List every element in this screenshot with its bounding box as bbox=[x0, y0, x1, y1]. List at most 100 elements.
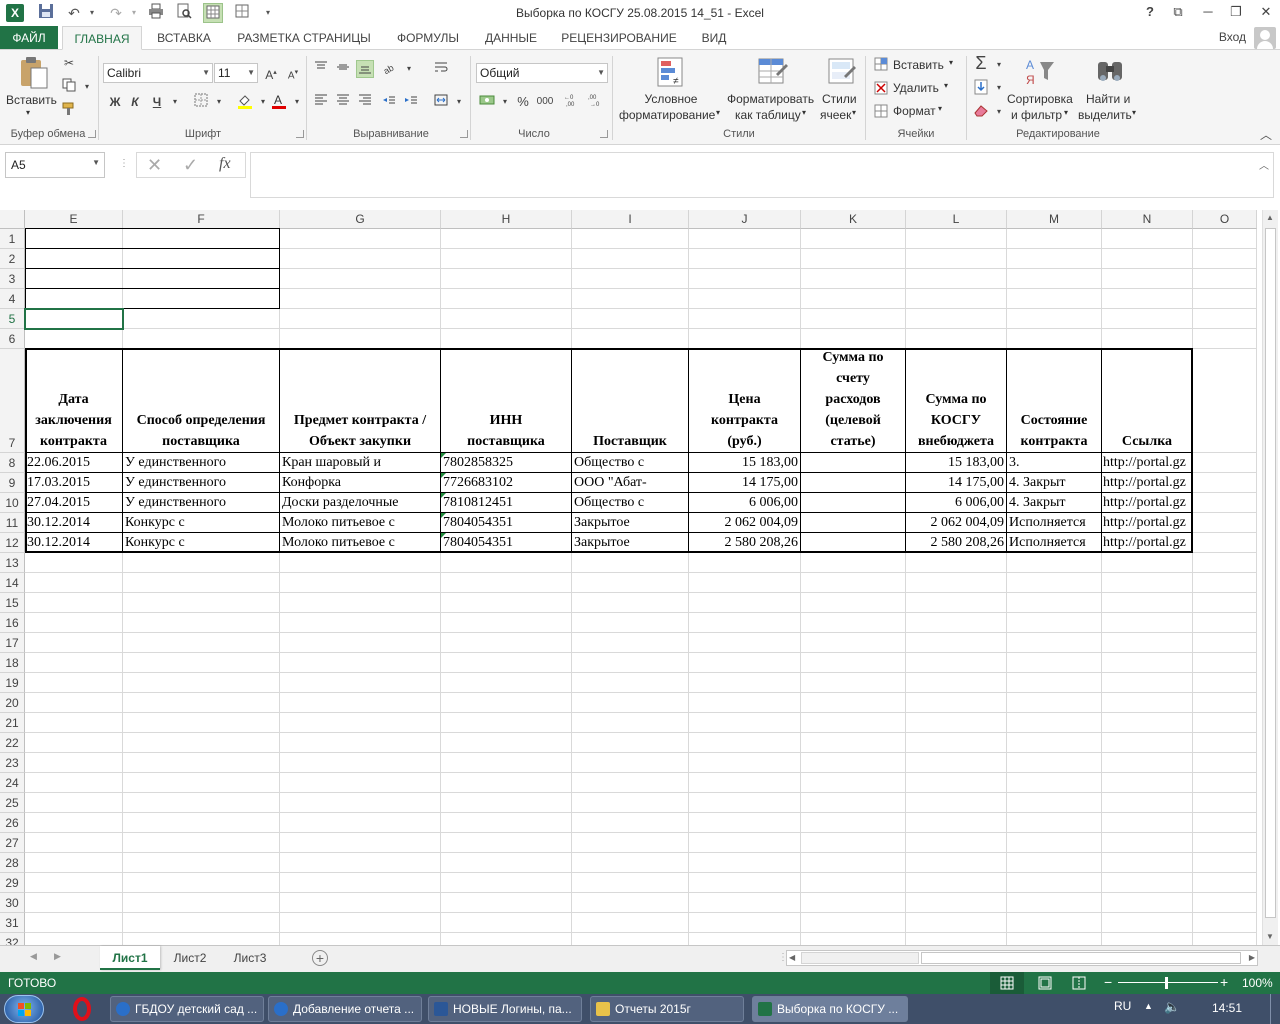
column-header[interactable]: H bbox=[441, 210, 572, 229]
zoom-slider[interactable] bbox=[1118, 982, 1218, 983]
row-header[interactable]: 27 bbox=[0, 833, 25, 853]
decrease-decimal-icon[interactable]: ,00 →0 bbox=[588, 93, 606, 111]
copy-dropdown-icon[interactable]: ▾ bbox=[78, 78, 96, 96]
prev-sheet-icon[interactable]: ◀ bbox=[30, 951, 37, 962]
format-cells-icon[interactable] bbox=[872, 103, 890, 121]
table-cell[interactable]: 7726683102 bbox=[441, 473, 571, 492]
undo-icon[interactable]: ↶ bbox=[64, 3, 84, 23]
table-cell[interactable]: http://portal.gz bbox=[1102, 533, 1192, 552]
table-cell[interactable]: 15 183,00 bbox=[906, 453, 1006, 472]
tab-view[interactable]: ВИД bbox=[692, 26, 736, 50]
table-cell[interactable] bbox=[801, 473, 905, 492]
orientation-dropdown-icon[interactable]: ▾ bbox=[400, 60, 418, 78]
row-header[interactable]: 14 bbox=[0, 573, 25, 593]
format-as-table-icon[interactable] bbox=[756, 56, 788, 88]
redo-icon[interactable]: ↷ bbox=[106, 3, 126, 23]
underline-dropdown-icon[interactable]: ▾ bbox=[166, 93, 184, 111]
insert-function-button[interactable]: fx bbox=[219, 155, 231, 173]
column-header[interactable]: E bbox=[25, 210, 123, 229]
row-header[interactable]: 19 bbox=[0, 673, 25, 693]
fill-color-icon[interactable] bbox=[236, 93, 254, 111]
close-button[interactable]: ✕ bbox=[1252, 2, 1280, 22]
table-cell[interactable]: 7804054351 bbox=[441, 533, 571, 552]
font-color-icon[interactable]: A bbox=[270, 93, 288, 111]
format-table-dropdown-icon[interactable]: ▾ bbox=[802, 108, 806, 117]
row-header[interactable]: 2 bbox=[0, 249, 25, 269]
language-indicator[interactable]: RU bbox=[1114, 999, 1131, 1013]
cancel-entry-icon[interactable]: ✕ bbox=[147, 155, 162, 176]
find-select-line2[interactable]: выделить bbox=[1078, 108, 1132, 122]
table-cell[interactable]: Исполняется bbox=[1007, 513, 1101, 532]
show-desktop-button[interactable] bbox=[1270, 994, 1280, 1024]
decrease-font-icon[interactable]: A▾ bbox=[284, 64, 302, 82]
column-header[interactable]: J bbox=[689, 210, 801, 229]
tab-data[interactable]: ДАННЫЕ bbox=[476, 26, 546, 50]
expand-formula-icon[interactable]: ︿ bbox=[1259, 157, 1269, 172]
currency-dropdown-icon[interactable]: ▾ bbox=[496, 93, 514, 111]
sort-filter-dropdown-icon[interactable]: ▾ bbox=[1064, 108, 1068, 117]
delete-dropdown-icon[interactable]: ▾ bbox=[944, 81, 948, 90]
table-cell[interactable]: 14 175,00 bbox=[906, 473, 1006, 492]
collapse-ribbon-icon[interactable]: ︿ bbox=[1260, 126, 1272, 143]
print-icon[interactable] bbox=[146, 3, 166, 23]
conditional-formatting-line1[interactable]: Условное bbox=[630, 92, 712, 106]
page-layout-view-button[interactable] bbox=[1030, 972, 1060, 994]
worksheet-grid[interactable]: E F G H I J K L M N O 1 2 3 4 5 6 7 8 9 … bbox=[0, 210, 1280, 945]
page-break-view-button[interactable] bbox=[1064, 972, 1094, 994]
table-cell[interactable]: Закрытое bbox=[572, 533, 688, 552]
table-cell[interactable] bbox=[801, 533, 905, 552]
table-cell[interactable]: 4. Закрыт bbox=[1007, 473, 1101, 492]
name-box[interactable]: A5 ▼ bbox=[5, 152, 105, 178]
table-cell[interactable]: Конкурс с bbox=[123, 513, 279, 532]
select-all-corner[interactable] bbox=[0, 210, 25, 229]
row-header[interactable]: 30 bbox=[0, 893, 25, 913]
sheet-tab-3[interactable]: Лист3 bbox=[222, 946, 278, 970]
table-cell[interactable]: У единственного bbox=[123, 453, 279, 472]
sort-filter-icon[interactable]: АЯ bbox=[1024, 56, 1056, 88]
delete-cells-button[interactable]: Удалить bbox=[893, 81, 939, 95]
table-cell[interactable]: http://portal.gz bbox=[1102, 473, 1192, 492]
tab-file[interactable]: ФАЙЛ bbox=[0, 26, 58, 50]
customize-qat-icon[interactable]: ▾ bbox=[258, 3, 278, 23]
table-cell[interactable]: У единственного bbox=[123, 473, 279, 492]
align-right-icon[interactable] bbox=[356, 93, 374, 111]
header-cell-inn[interactable]: ИНН поставщика bbox=[441, 349, 571, 453]
formula-input[interactable]: ︿ bbox=[250, 152, 1274, 198]
header-cell-link[interactable]: Ссылка bbox=[1102, 349, 1192, 453]
thousands-separator-button[interactable]: 000 bbox=[534, 93, 556, 111]
header-cell-date[interactable]: Дата заключения контракта bbox=[25, 349, 122, 453]
table-cell[interactable]: 4. Закрыт bbox=[1007, 493, 1101, 512]
table-cell[interactable]: 7802858325 bbox=[441, 453, 571, 472]
row-header[interactable]: 25 bbox=[0, 793, 25, 813]
taskbar-item[interactable]: Добавление отчета ... bbox=[268, 996, 422, 1022]
row-header[interactable]: 16 bbox=[0, 613, 25, 633]
table-cell[interactable]: У единственного bbox=[123, 493, 279, 512]
table-cell[interactable]: http://portal.gz bbox=[1102, 513, 1192, 532]
orientation-icon[interactable]: ab bbox=[382, 60, 400, 78]
paste-dropdown-icon[interactable]: ▾ bbox=[26, 108, 30, 117]
align-middle-icon[interactable] bbox=[334, 60, 352, 78]
font-launcher-icon[interactable] bbox=[296, 130, 304, 138]
find-select-dropdown-icon[interactable]: ▾ bbox=[1132, 108, 1136, 117]
font-color-dropdown-icon[interactable]: ▾ bbox=[288, 93, 306, 111]
fill-icon[interactable] bbox=[972, 79, 990, 97]
cell-styles-icon[interactable] bbox=[826, 56, 858, 88]
paste-button[interactable]: Вставить bbox=[6, 93, 57, 107]
zoom-level[interactable]: 100% bbox=[1242, 976, 1273, 990]
save-icon[interactable] bbox=[36, 3, 56, 23]
row-header[interactable]: 3 bbox=[0, 269, 25, 289]
row-header[interactable]: 9 bbox=[0, 473, 25, 493]
format-as-table-line1[interactable]: Форматировать bbox=[727, 92, 814, 106]
volume-icon[interactable]: 🔈 bbox=[1164, 999, 1180, 1015]
ribbon-display-button[interactable]: ⧉ bbox=[1164, 2, 1192, 22]
sort-filter-line2[interactable]: и фильтр bbox=[1011, 108, 1062, 122]
row-header[interactable]: 29 bbox=[0, 873, 25, 893]
borders-dropdown-icon[interactable]: ▾ bbox=[210, 93, 228, 111]
table-cell[interactable] bbox=[801, 513, 905, 532]
scrollbar-thumb[interactable] bbox=[1265, 228, 1276, 918]
table-cell[interactable] bbox=[801, 493, 905, 512]
row-header[interactable]: 8 bbox=[0, 453, 25, 473]
row-header[interactable]: 10 bbox=[0, 493, 25, 513]
row-header[interactable]: 7 bbox=[0, 349, 25, 453]
find-select-icon[interactable] bbox=[1094, 56, 1126, 88]
